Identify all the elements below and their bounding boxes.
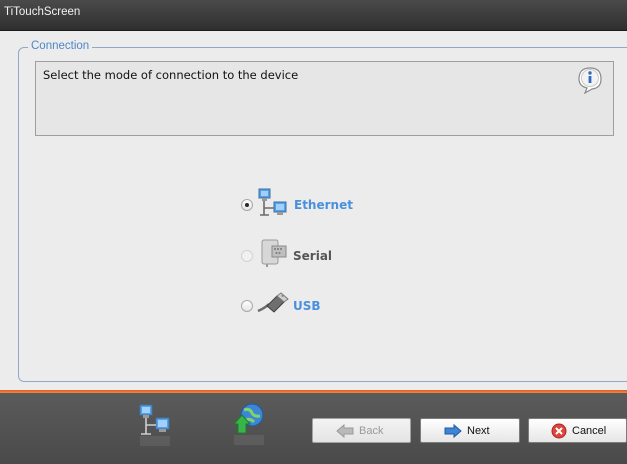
instruction-box: Select the mode of connection to the dev… [35, 61, 614, 136]
back-button-label: Back [359, 425, 384, 437]
cancel-icon [551, 423, 567, 439]
connection-group-legend: Connection [28, 40, 93, 52]
arrow-left-icon [336, 423, 354, 439]
network-computers-icon [139, 404, 170, 446]
info-icon[interactable] [573, 64, 607, 94]
cancel-button[interactable]: Cancel [528, 418, 627, 443]
serial-radio[interactable] [241, 250, 253, 262]
back-button[interactable]: Back [312, 418, 411, 443]
next-button[interactable]: Next [420, 418, 520, 443]
ethernet-label[interactable]: Ethernet [294, 198, 353, 212]
next-button-label: Next [467, 425, 490, 437]
instruction-text: Select the mode of connection to the dev… [43, 68, 299, 82]
globe-upload-icon [232, 403, 264, 445]
window-title: TiTouchScreen [4, 6, 81, 18]
serial-label[interactable]: Serial [293, 249, 332, 263]
cancel-button-label: Cancel [572, 425, 607, 437]
usb-radio[interactable] [241, 300, 253, 312]
serial-port-icon [261, 239, 287, 267]
arrow-right-icon [444, 423, 462, 439]
ethernet-network-icon [258, 188, 287, 216]
ethernet-radio[interactable] [241, 199, 253, 211]
usb-label[interactable]: USB [293, 299, 321, 313]
title-bar: TiTouchScreen [0, 0, 627, 31]
usb-cable-icon [257, 292, 289, 313]
